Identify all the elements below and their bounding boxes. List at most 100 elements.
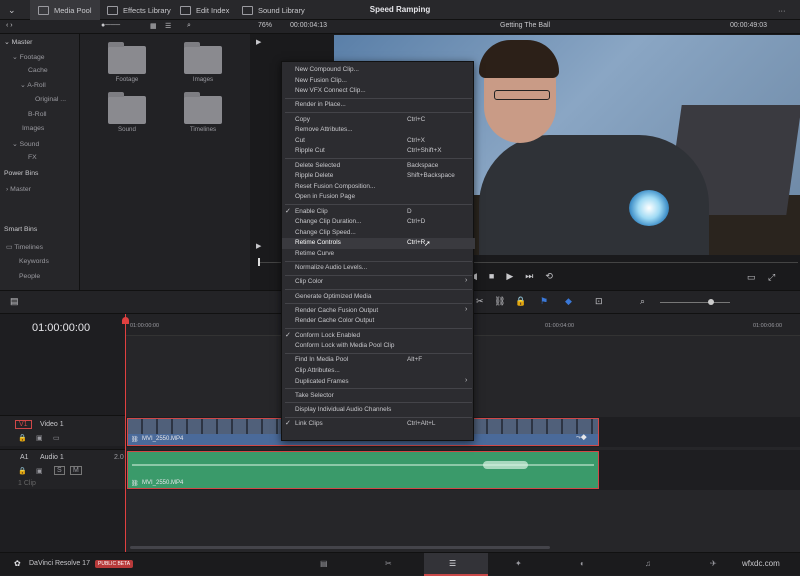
menu-item-label: Clip Attributes... <box>295 367 340 374</box>
menu-item[interactable]: Retime Controls Ctrl+R ➚ <box>282 238 475 249</box>
menu-item[interactable]: Change Clip Speed... <box>282 228 475 239</box>
fusion-page-icon[interactable]: ✦ <box>515 559 522 568</box>
lock-icon[interactable]: 🔒 <box>18 434 27 442</box>
next-clip-icon[interactable]: ⏭ <box>525 271 533 282</box>
more-options-button[interactable]: ··· <box>778 0 786 20</box>
menu-item[interactable]: New VFX Connect Clip... <box>282 86 475 97</box>
menu-item[interactable]: Copy Ctrl+C <box>282 115 475 126</box>
zoom-icon[interactable]: ⌕ <box>640 296 645 307</box>
marker-icon[interactable]: ◆ <box>565 296 572 307</box>
menu-item[interactable]: Ripple Cut Ctrl+Shift+X <box>282 146 475 157</box>
play-icon[interactable]: ▶ <box>506 271 513 282</box>
playhead[interactable] <box>125 314 126 552</box>
submenu-arrow-icon: › <box>465 277 468 285</box>
menu-item[interactable]: Change Clip Duration... Ctrl+D <box>282 217 475 228</box>
bin-item-b-roll[interactable]: B-Roll <box>28 111 47 118</box>
lock-icon[interactable]: 🔒 <box>18 467 27 475</box>
menu-item[interactable]: Find In Media Pool Alt+F <box>282 355 475 366</box>
power-bin-master[interactable]: › Master <box>6 186 31 193</box>
ruler-label: 01:00:06:00 <box>753 323 783 329</box>
menu-item[interactable]: Display Individual Audio Channels <box>282 405 475 416</box>
menu-item[interactable]: Generate Optimized Media <box>282 292 475 303</box>
playhead-handle[interactable] <box>122 317 129 324</box>
menu-item[interactable]: Cut Ctrl+X <box>282 136 475 147</box>
edit-page-icon[interactable]: ☰ <box>449 559 456 568</box>
color-page-icon[interactable]: ◐ <box>580 559 585 568</box>
menu-item-shortcut: Alt+F <box>407 356 423 364</box>
stop-icon[interactable]: ■ <box>489 271 494 282</box>
bin-item-original[interactable]: Original ... <box>35 96 66 103</box>
track-name[interactable]: Audio 1 <box>40 454 64 461</box>
loop-icon[interactable]: ⟲ <box>545 271 553 282</box>
audio-clip[interactable]: ⛓ MVI_2550.MP4 <box>127 451 599 489</box>
viewer-clip-name[interactable]: Getting The Ball <box>500 22 550 29</box>
person-torso <box>479 135 709 255</box>
bin-item-a-roll[interactable]: ⌄ A-Roll <box>20 81 46 89</box>
folder-icon[interactable] <box>184 42 222 74</box>
timeline-view-options-icon[interactable]: ▤ <box>10 296 19 307</box>
menu-item[interactable]: Remove Attributes... <box>282 125 475 136</box>
zoom-slider[interactable] <box>660 302 730 303</box>
link-icon[interactable]: ⛓ <box>494 296 505 307</box>
bin-item-sound[interactable]: ⌄ Sound <box>12 140 39 148</box>
menu-item[interactable]: Render in Place... <box>282 100 475 111</box>
solo-button[interactable]: S <box>54 466 65 475</box>
menu-item[interactable]: Clip Color › <box>282 277 475 288</box>
flag-icon[interactable]: ⚑ <box>540 296 548 307</box>
zoom-slider-handle[interactable] <box>708 299 714 305</box>
media-page-icon[interactable]: ▤ <box>320 559 328 568</box>
bin-item-footage[interactable]: ⌄ Footage <box>12 53 45 61</box>
deliver-page-icon[interactable]: ✈ <box>710 559 717 568</box>
bin-item-fx[interactable]: FX <box>28 154 37 161</box>
menu-item[interactable]: Open in Fusion Page <box>282 192 475 203</box>
menu-item[interactable]: Duplicated Frames › <box>282 377 475 388</box>
bin-item-master[interactable]: ⌄ Master <box>4 38 32 46</box>
zoom-full-icon[interactable]: ⊡ <box>595 296 603 307</box>
folder-icon[interactable] <box>184 92 222 124</box>
menu-item[interactable]: Render Cache Color Output <box>282 316 475 327</box>
menu-item[interactable]: Conform Lock with Media Pool Clip <box>282 341 475 352</box>
search-icon[interactable]: ⌕ <box>187 22 191 30</box>
bin-item-cache[interactable]: Cache <box>28 67 48 74</box>
bin-item-images[interactable]: Images <box>22 125 44 132</box>
grid-view-icon[interactable]: ▦ <box>150 22 157 30</box>
mute-button[interactable]: M <box>70 466 82 475</box>
fullscreen-icon[interactable]: ⤢ <box>768 272 775 283</box>
cut-page-icon[interactable]: ✂ <box>385 559 392 568</box>
track-id-v1[interactable]: V1 <box>15 420 32 429</box>
list-view-icon[interactable]: ☰ <box>165 22 171 30</box>
thumbnail-slider[interactable]: ●─── <box>101 22 120 29</box>
menu-item[interactable]: ✓ Conform Lock Enabled <box>282 331 475 342</box>
auto-select-icon[interactable]: ▣ <box>36 434 43 442</box>
smart-bin-people[interactable]: People <box>19 273 40 280</box>
menu-item[interactable]: ✓ Enable Clip D <box>282 207 475 218</box>
track-toggle-icon[interactable]: ▭ <box>53 434 60 442</box>
menu-item[interactable]: Reset Fusion Composition... <box>282 182 475 193</box>
fairlight-page-icon[interactable]: ♫ <box>645 559 651 568</box>
lock-icon[interactable]: 🔒 <box>515 296 526 307</box>
menu-item[interactable]: Clip Attributes... <box>282 366 475 377</box>
auto-select-icon[interactable]: ▣ <box>36 467 43 475</box>
menu-item[interactable]: Normalize Audio Levels... <box>282 263 475 274</box>
scrubber-playhead[interactable] <box>258 258 260 266</box>
smart-bin-timelines[interactable]: ▭ Timelines <box>6 243 43 251</box>
menu-item[interactable]: ✓ Link Clips Ctrl+Alt+L <box>282 419 475 430</box>
menu-item[interactable]: Ripple Delete Shift+Backspace <box>282 171 475 182</box>
menu-item[interactable]: Take Selector <box>282 391 475 402</box>
menu-item[interactable]: Delete Selected Backspace <box>282 161 475 172</box>
menu-item[interactable]: Retime Curve <box>282 249 475 260</box>
retime-icon[interactable]: ⤳◆ <box>576 435 587 442</box>
menu-item[interactable]: New Fusion Clip... <box>282 76 475 87</box>
track-id-a1[interactable]: A1 <box>20 454 29 461</box>
match-frame-icon[interactable]: ▭ <box>747 272 756 283</box>
nav-back-icon[interactable]: ‹ › <box>6 22 13 29</box>
smart-bin-keywords[interactable]: Keywords <box>19 258 49 265</box>
menu-item[interactable]: Render Cache Fusion Output › <box>282 306 475 317</box>
timeline-scrollbar[interactable] <box>130 546 550 549</box>
menu-item[interactable]: New Compound Clip... <box>282 65 475 76</box>
track-name[interactable]: Video 1 <box>40 421 64 428</box>
zoom-level[interactable]: 76% <box>258 22 272 29</box>
folder-icon[interactable] <box>108 42 146 74</box>
folder-icon[interactable] <box>108 92 146 124</box>
blade-icon[interactable]: ✂ <box>476 296 484 307</box>
